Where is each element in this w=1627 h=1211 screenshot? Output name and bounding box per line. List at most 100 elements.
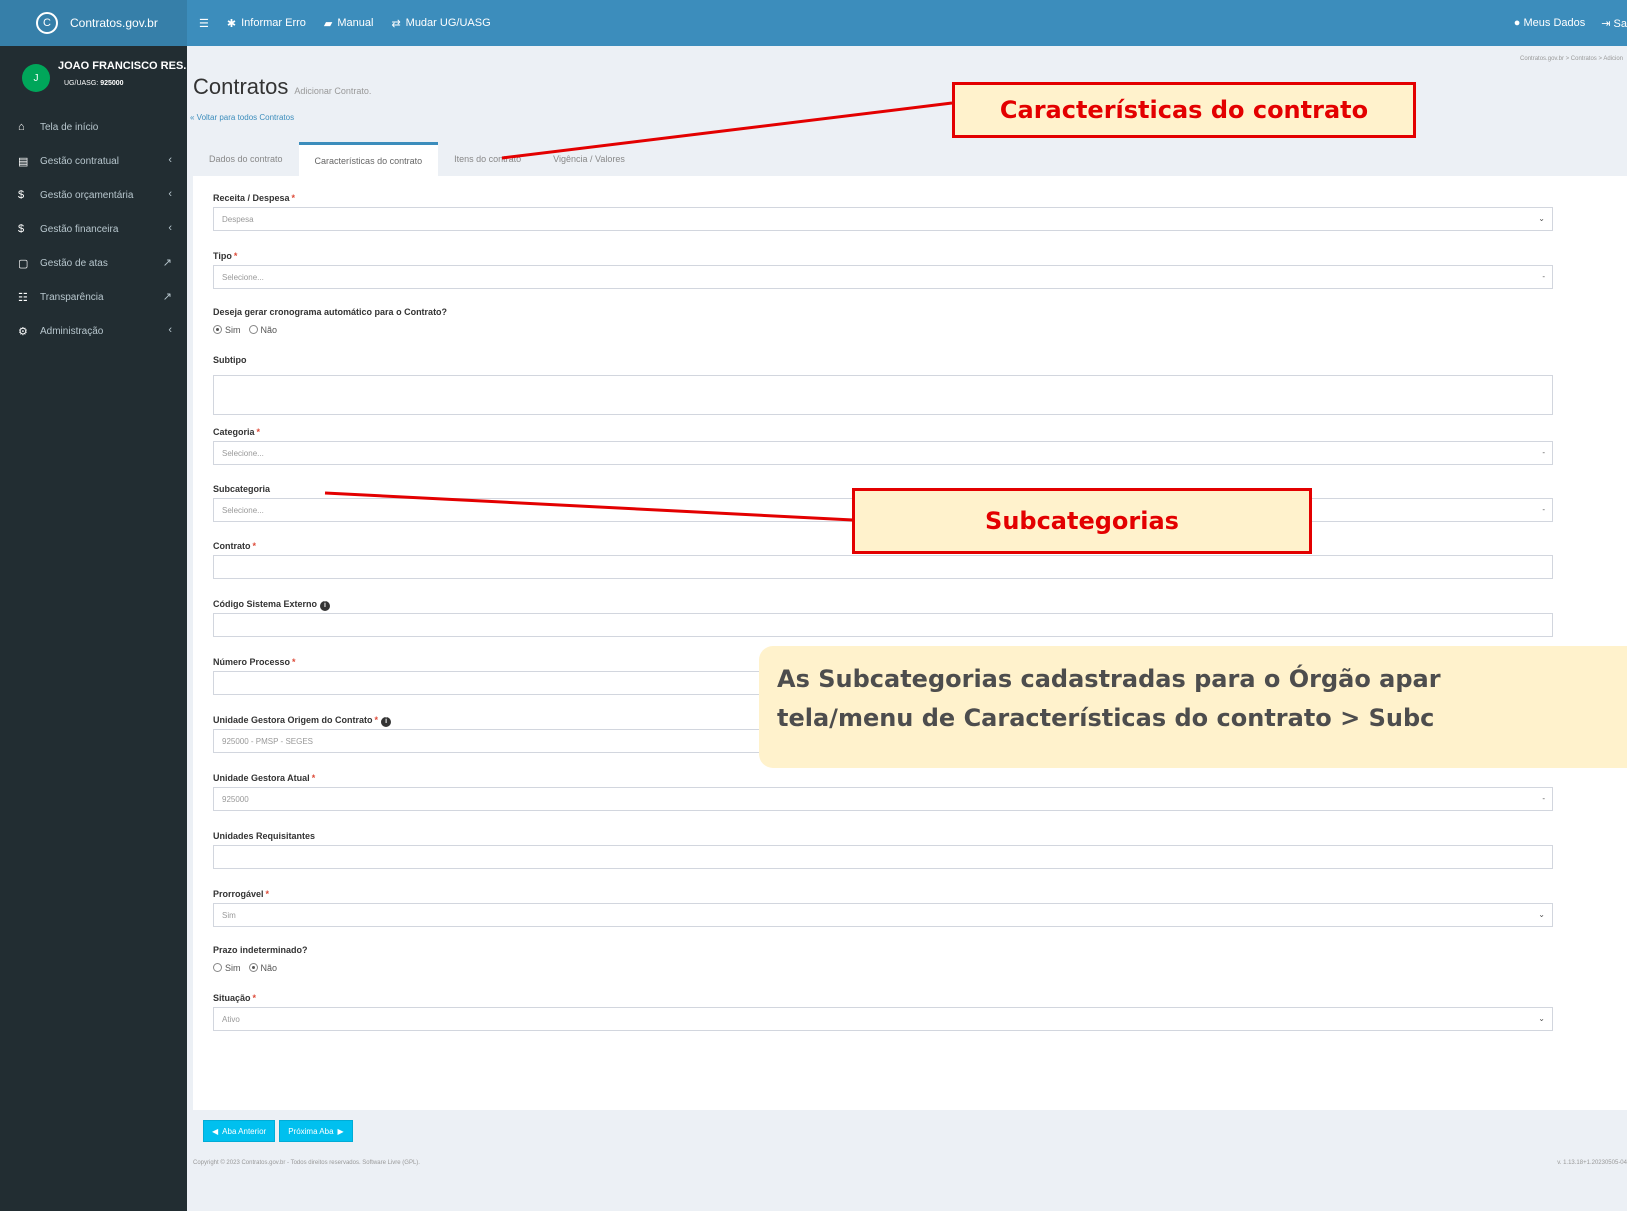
caret-icon: - <box>1542 794 1545 803</box>
unidades-requisitantes-input[interactable] <box>213 845 1553 869</box>
situacao-select[interactable]: Ativo ⌄ <box>213 1007 1553 1031</box>
unidades-requisitantes-group: Unidades Requisitantes <box>213 828 1553 869</box>
app-logo[interactable]: C Contratos.gov.br <box>0 0 187 46</box>
tab-dados-contrato[interactable]: Dados do contrato <box>193 142 299 176</box>
manual-label: Manual <box>337 17 374 29</box>
file-icon: ▢ <box>18 257 29 270</box>
hamburger-icon: ☰ <box>199 17 209 30</box>
sign-out-icon: ⇥ <box>1601 17 1611 30</box>
prazo-nao-radio[interactable]: Não <box>248 963 277 973</box>
breadcrumb[interactable]: Contratos.gov.br > Contratos > Adicion <box>1520 56 1623 62</box>
radio-unchecked-icon <box>213 963 222 972</box>
tab-vigencia[interactable]: Vigência / Valores <box>537 142 641 176</box>
sidebar: J JOAO FRANCISCO RES... UG/UASG: 925000 … <box>0 46 192 1211</box>
subtipo-textarea[interactable] <box>213 375 1553 415</box>
my-data-label: Meus Dados <box>1523 17 1586 29</box>
manual-link[interactable]: ▰ Manual <box>324 17 374 30</box>
callout-caracteristicas: Características do contrato <box>952 82 1416 138</box>
external-link-icon: ↗ <box>162 291 172 303</box>
receita-despesa-select[interactable]: Despesa ⌄ <box>213 207 1553 231</box>
caret-icon: - <box>1542 448 1545 457</box>
situacao-label: Situação * <box>213 993 257 1003</box>
caret-icon: - <box>1542 505 1545 514</box>
prorrogavel-select[interactable]: Sim ⌄ <box>213 903 1553 927</box>
sidebar-item-minutes-management[interactable]: ▢ Gestão de atas ↗ <box>0 246 187 280</box>
chevron-down-icon: ⌄ <box>1538 1014 1545 1023</box>
ug-atual-label: Unidade Gestora Atual * <box>213 773 316 783</box>
dollar-icon: $ <box>18 223 25 235</box>
chevron-left-icon: ‹ <box>168 324 172 336</box>
exchange-icon: ⇄ <box>391 17 401 30</box>
select-value: Sim <box>222 910 236 920</box>
sidebar-item-transparency[interactable]: ☷ Transparência ↗ <box>0 280 187 314</box>
logout-link[interactable]: ⇥ Sa <box>1601 17 1627 30</box>
cogs-icon: ⚙ <box>18 325 28 338</box>
cronograma-radios: Sim Não <box>213 321 1553 338</box>
select-placeholder: Selecione... <box>222 272 264 282</box>
dollar-icon: $ <box>18 189 25 201</box>
next-tab-button[interactable]: Próxima Aba ▶ <box>279 1120 353 1142</box>
back-link-label: Voltar para todos Contratos <box>196 113 295 122</box>
subtipo-group: Subtipo <box>213 352 1553 415</box>
cronograma-sim-radio[interactable]: Sim <box>213 325 241 335</box>
info-icon[interactable]: i <box>320 600 331 611</box>
copyright-text: Copyright © 2023 Contratos.gov.br - Todo… <box>193 1160 420 1166</box>
sidebar-item-label: Tela de início <box>40 121 99 133</box>
uasg-label: UG/UASG: <box>64 80 99 87</box>
codigo-sistema-input[interactable] <box>213 613 1553 637</box>
tab-caracteristicas[interactable]: Características do contrato <box>298 142 439 176</box>
document-icon: ▤ <box>18 155 29 168</box>
cronograma-label: Deseja gerar cronograma automático para … <box>213 307 448 317</box>
change-uasg-link[interactable]: ⇄ Mudar UG/UASG <box>391 17 490 30</box>
page-subtitle: Adicionar Contrato. <box>294 86 372 96</box>
home-icon: ⌂ <box>18 121 25 133</box>
logo-icon: C <box>36 12 58 34</box>
info-line-1: As Subcategorias cadastradas para o Órgã… <box>777 665 1441 693</box>
situacao-group: Situação * Ativo ⌄ <box>213 990 1553 1031</box>
prazo-sim-radio[interactable]: Sim <box>213 963 241 973</box>
ug-atual-select[interactable]: 925000 - <box>213 787 1553 811</box>
menu-toggle-button[interactable]: ☰ <box>199 17 209 30</box>
sidebar-item-label: Gestão contratual <box>40 155 119 167</box>
chevron-down-icon: ⌄ <box>1538 214 1545 223</box>
chevron-left-icon: ‹ <box>168 154 172 166</box>
select-placeholder: Selecione... <box>222 448 264 458</box>
form-panel: Receita / Despesa * Despesa ⌄ Tipo * Seleci… <box>193 176 1627 1110</box>
info-icon[interactable]: i <box>381 716 392 727</box>
categoria-select[interactable]: Selecione... - <box>213 441 1553 465</box>
bug-icon: ✱ <box>226 17 237 30</box>
unidades-requisitantes-label: Unidades Requisitantes <box>213 831 316 841</box>
arrow-left-circle-icon: ◀ <box>212 1126 219 1136</box>
sidebar-item-home[interactable]: ⌂ Tela de início <box>0 110 187 144</box>
contrato-input[interactable] <box>213 555 1553 579</box>
sidebar-item-administration[interactable]: ⚙ Administração ‹ <box>0 314 187 348</box>
user-uasg: UG/UASG: 925000 <box>64 80 124 87</box>
radio-label: Sim <box>225 324 241 335</box>
form-tabs: Dados do contrato Características do con… <box>193 142 1627 176</box>
tipo-select[interactable]: Selecione... - <box>213 265 1553 289</box>
prazo-radios: Sim Não <box>213 959 1553 976</box>
report-error-link[interactable]: ✱ Informar Erro <box>227 17 306 30</box>
receita-despesa-group: Receita / Despesa * Despesa ⌄ <box>213 190 1553 231</box>
prorrogavel-label: Prorrogável * <box>213 889 270 899</box>
tipo-group: Tipo * Selecione... - <box>213 248 1553 289</box>
sidebar-item-financial-management[interactable]: $ Gestão financeira ‹ <box>0 212 187 246</box>
sidebar-item-contract-management[interactable]: ▤ Gestão contratual ‹ <box>0 144 187 178</box>
sidebar-item-budget-management[interactable]: $ Gestão orçamentária ‹ <box>0 178 187 212</box>
cronograma-group: Deseja gerar cronograma automático para … <box>213 304 1553 338</box>
select-placeholder: Selecione... <box>222 505 264 515</box>
prorrogavel-group: Prorrogável * Sim ⌄ <box>213 886 1553 927</box>
prazo-label: Prazo indeterminado? <box>213 945 308 955</box>
my-data-link[interactable]: ● Meus Dados <box>1514 17 1585 29</box>
select-value: 925000 <box>222 794 249 804</box>
tab-itens[interactable]: Itens do contrato <box>438 142 537 176</box>
back-link[interactable]: « Voltar para todos Contratos <box>190 113 294 122</box>
report-error-label: Informar Erro <box>241 17 306 29</box>
footer: Copyright © 2023 Contratos.gov.br - Todo… <box>193 1160 1627 1166</box>
cronograma-nao-radio[interactable]: Não <box>248 325 277 335</box>
radio-checked-icon <box>213 325 222 334</box>
previous-tab-button[interactable]: ◀ Aba Anterior <box>203 1120 276 1142</box>
arrow-right-circle-icon: ▶ <box>337 1126 344 1136</box>
chevron-left-icon: ‹ <box>168 188 172 200</box>
sidebar-item-label: Administração <box>40 325 104 337</box>
